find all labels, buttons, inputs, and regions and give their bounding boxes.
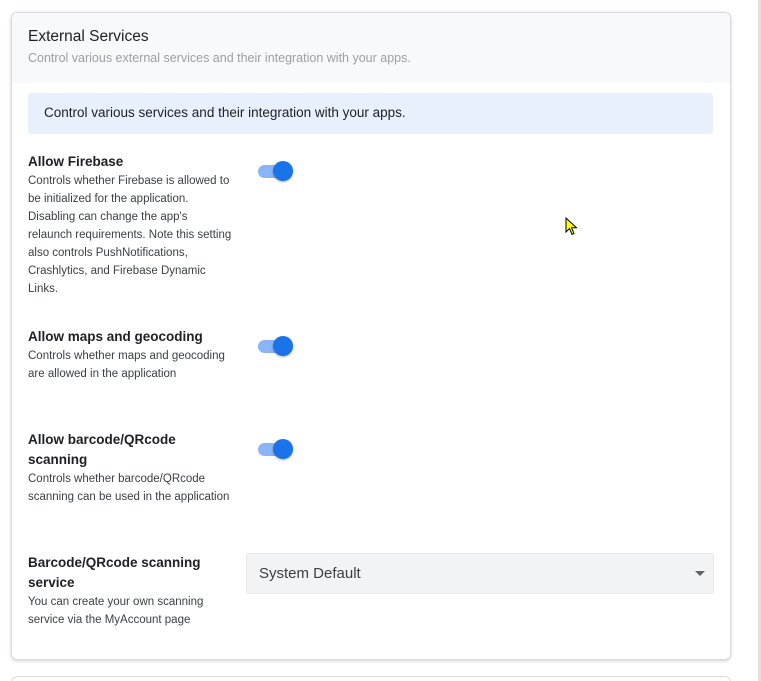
setting-scanning-service: Barcode/QRcode scanning service You can … (28, 553, 233, 629)
external-services-card: External Services Control various extern… (11, 12, 731, 660)
card-header: External Services Control various extern… (12, 13, 730, 83)
setting-description: Controls whether barcode/QRcode scanning… (28, 473, 230, 503)
toggle-knob (273, 439, 293, 459)
allow-barcode-toggle[interactable] (257, 438, 295, 460)
setting-allow-maps: Allow maps and geocoding Controls whethe… (28, 327, 233, 383)
toggle-knob (273, 161, 293, 181)
setting-description: Controls whether maps and geocoding are … (28, 350, 225, 380)
next-card (11, 676, 731, 681)
setting-label: Allow maps and geocoding (28, 329, 203, 344)
caret-down-icon (695, 571, 705, 576)
toggle-knob (273, 336, 293, 356)
allow-firebase-toggle[interactable] (257, 160, 295, 182)
setting-description: Controls whether Firebase is allowed to … (28, 175, 232, 295)
allow-maps-toggle[interactable] (257, 335, 295, 357)
info-banner-text: Control various services and their integ… (44, 105, 406, 120)
page: External Services Control various extern… (0, 0, 761, 681)
setting-allow-firebase: Allow Firebase Controls whether Firebase… (28, 152, 233, 298)
setting-label: Allow barcode/QRcode scanning (28, 432, 176, 467)
info-banner: Control various services and their integ… (28, 93, 713, 134)
setting-label: Allow Firebase (28, 154, 124, 169)
setting-allow-barcode: Allow barcode/QRcode scanning Controls w… (28, 430, 233, 506)
scanning-service-select[interactable]: System Default (246, 553, 714, 594)
select-value: System Default (259, 565, 361, 582)
section-title: External Services (28, 28, 149, 45)
mouse-pointer-icon (565, 217, 578, 236)
section-subtitle: Control various external services and th… (28, 51, 411, 65)
setting-description: You can create your own scanning service… (28, 596, 204, 626)
setting-label: Barcode/QRcode scanning service (28, 555, 201, 590)
